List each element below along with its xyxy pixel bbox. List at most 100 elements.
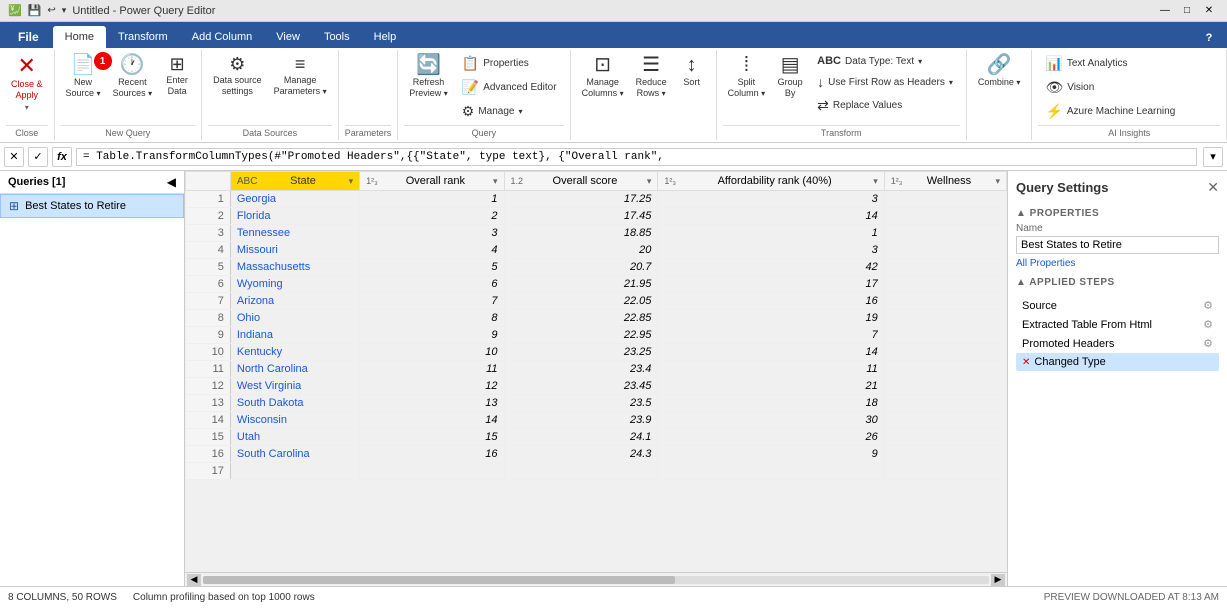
- cell-affordability: 17: [658, 276, 884, 293]
- tab-help[interactable]: Help: [362, 26, 409, 48]
- cell-state[interactable]: Tennessee: [230, 225, 359, 242]
- data-grid-wrapper[interactable]: ABC State ▾ 1²₃ Overall rank ▾: [185, 171, 1007, 572]
- formula-cancel-button[interactable]: ✕: [4, 147, 24, 167]
- use-first-row-button[interactable]: ↓ Use First Row as Headers ▾: [810, 71, 960, 93]
- close-button[interactable]: ✕: [1199, 3, 1219, 19]
- ribbon-group-transform: ⁞ SplitColumn ▾ ▤ GroupBy ABC Data Type:…: [717, 50, 967, 140]
- scroll-left-btn[interactable]: ◀: [187, 574, 201, 586]
- data-source-settings-button[interactable]: ⚙ Data sourcesettings: [208, 52, 267, 100]
- tab-add-column[interactable]: Add Column: [180, 26, 265, 48]
- cell-wellness: [884, 191, 1006, 208]
- manage-button[interactable]: ⚙ Manage ▾: [455, 100, 564, 123]
- vision-button[interactable]: 👁 Vision: [1038, 76, 1182, 99]
- ribbon-group-ai: 📊 Text Analytics 👁 Vision ⚡ Azure Machin…: [1032, 50, 1227, 140]
- cell-state[interactable]: Wyoming: [230, 276, 359, 293]
- replace-values-icon: ⇄: [817, 97, 829, 114]
- cell-state[interactable]: Florida: [230, 208, 359, 225]
- th-overall-score-dropdown[interactable]: ▾: [647, 176, 652, 187]
- formula-input[interactable]: [76, 148, 1197, 166]
- recent-sources-button[interactable]: 🕐 RecentSources ▾: [108, 52, 158, 102]
- data-grid: ABC State ▾ 1²₃ Overall rank ▾: [185, 171, 1007, 480]
- split-column-button[interactable]: ⁞ SplitColumn ▾: [723, 52, 771, 102]
- cell-state[interactable]: South Dakota: [230, 395, 359, 412]
- cell-state[interactable]: Utah: [230, 429, 359, 446]
- step-extracted-table[interactable]: Extracted Table From Html ⚙: [1016, 315, 1219, 334]
- step-source[interactable]: Source ⚙: [1016, 296, 1219, 315]
- formula-fx-button[interactable]: fx: [52, 147, 72, 167]
- cell-state[interactable]: [230, 463, 359, 480]
- properties-button[interactable]: 📋 Properties: [455, 52, 564, 75]
- cell-wellness: [884, 310, 1006, 327]
- th-state-dropdown[interactable]: ▾: [349, 176, 354, 187]
- scroll-right-btn[interactable]: ▶: [991, 574, 1005, 586]
- cell-state[interactable]: Kentucky: [230, 344, 359, 361]
- formula-confirm-button[interactable]: ✓: [28, 147, 48, 167]
- cell-score: [504, 463, 658, 480]
- step-source-gear[interactable]: ⚙: [1203, 299, 1213, 312]
- quick-undo[interactable]: ↩: [47, 5, 55, 16]
- settings-close-button[interactable]: ✕: [1207, 179, 1219, 196]
- azure-ml-button[interactable]: ⚡ Azure Machine Learning: [1038, 100, 1182, 123]
- cell-state[interactable]: Wisconsin: [230, 412, 359, 429]
- cell-state[interactable]: Massachusetts: [230, 259, 359, 276]
- maximize-button[interactable]: □: [1177, 3, 1197, 19]
- cell-state[interactable]: Indiana: [230, 327, 359, 344]
- replace-values-button[interactable]: ⇄ Replace Values: [810, 94, 960, 117]
- cell-state[interactable]: Missouri: [230, 242, 359, 259]
- tab-view[interactable]: View: [264, 26, 312, 48]
- cell-state[interactable]: Georgia: [230, 191, 359, 208]
- query-item-best-states[interactable]: ⊞ Best States to Retire: [0, 194, 184, 218]
- tab-home[interactable]: Home: [53, 26, 106, 48]
- th-overall-score[interactable]: 1.2 Overall score ▾: [504, 172, 658, 191]
- step-changed-type[interactable]: ✕ Changed Type: [1016, 353, 1219, 371]
- close-apply-button[interactable]: ✕ Close &Apply ▾: [6, 52, 48, 115]
- table-row: 1Georgia117.253: [186, 191, 1007, 208]
- quick-dropdown[interactable]: ▾: [62, 5, 67, 16]
- th-overall-rank[interactable]: 1²₃ Overall rank ▾: [360, 172, 504, 191]
- tab-file[interactable]: File: [4, 26, 53, 48]
- cell-row-num: 4: [186, 242, 231, 259]
- window-controls: — □ ✕: [1155, 3, 1219, 19]
- cell-state[interactable]: North Carolina: [230, 361, 359, 378]
- manage-parameters-button[interactable]: ≡ ManageParameters ▾: [269, 52, 332, 100]
- cell-state[interactable]: South Carolina: [230, 446, 359, 463]
- scroll-track[interactable]: [203, 576, 989, 584]
- th-overall-rank-dropdown[interactable]: ▾: [493, 176, 498, 187]
- minimize-button[interactable]: —: [1155, 3, 1175, 19]
- data-type-button[interactable]: ABC Data Type: Text ▾: [810, 52, 960, 70]
- quick-save[interactable]: 💾: [28, 4, 42, 17]
- th-state[interactable]: ABC State ▾: [230, 172, 359, 191]
- tab-tools[interactable]: Tools: [312, 26, 362, 48]
- reduce-rows-button[interactable]: ☰ ReduceRows ▾: [631, 52, 672, 102]
- ribbon-group-parameters: Parameters: [339, 50, 399, 140]
- cell-state[interactable]: Arizona: [230, 293, 359, 310]
- scroll-thumb[interactable]: [203, 576, 675, 584]
- close-group-label: Close: [6, 125, 48, 138]
- manage-columns-button[interactable]: ⊡ ManageColumns ▾: [577, 52, 629, 102]
- enter-data-button[interactable]: ⊞ EnterData: [159, 52, 195, 100]
- sort-button[interactable]: ↕ Sort: [674, 52, 710, 91]
- group-by-button[interactable]: ▤ GroupBy: [772, 52, 808, 102]
- step-promoted-headers[interactable]: Promoted Headers ⚙: [1016, 334, 1219, 353]
- name-input[interactable]: [1016, 236, 1219, 254]
- tab-transform[interactable]: Transform: [106, 26, 180, 48]
- text-analytics-button[interactable]: 📊 Text Analytics: [1038, 52, 1182, 75]
- help-button[interactable]: ?: [1199, 28, 1219, 48]
- th-state-type: ABC: [237, 176, 258, 187]
- th-affordability-rank[interactable]: 1²₃ Affordability rank (40%) ▾: [658, 172, 884, 191]
- queries-collapse-button[interactable]: ◀: [167, 175, 176, 189]
- cell-row-num: 3: [186, 225, 231, 242]
- th-affordability-dropdown[interactable]: ▾: [873, 176, 878, 187]
- horizontal-scrollbar[interactable]: ◀ ▶: [185, 572, 1007, 586]
- step-promoted-gear[interactable]: ⚙: [1203, 337, 1213, 350]
- combine-button[interactable]: 🔗 Combine ▾: [973, 52, 1026, 91]
- step-extracted-gear[interactable]: ⚙: [1203, 318, 1213, 331]
- th-wellness-dropdown[interactable]: ▾: [995, 176, 1000, 187]
- advanced-editor-button[interactable]: 📝 Advanced Editor: [455, 76, 564, 99]
- all-properties-link[interactable]: All Properties: [1016, 258, 1219, 269]
- cell-state[interactable]: Ohio: [230, 310, 359, 327]
- formula-expand-button[interactable]: ▾: [1203, 147, 1223, 167]
- cell-state[interactable]: West Virginia: [230, 378, 359, 395]
- refresh-preview-button[interactable]: 🔄 RefreshPreview ▾: [404, 52, 453, 102]
- th-wellness[interactable]: 1²₃ Wellness ▾: [884, 172, 1006, 191]
